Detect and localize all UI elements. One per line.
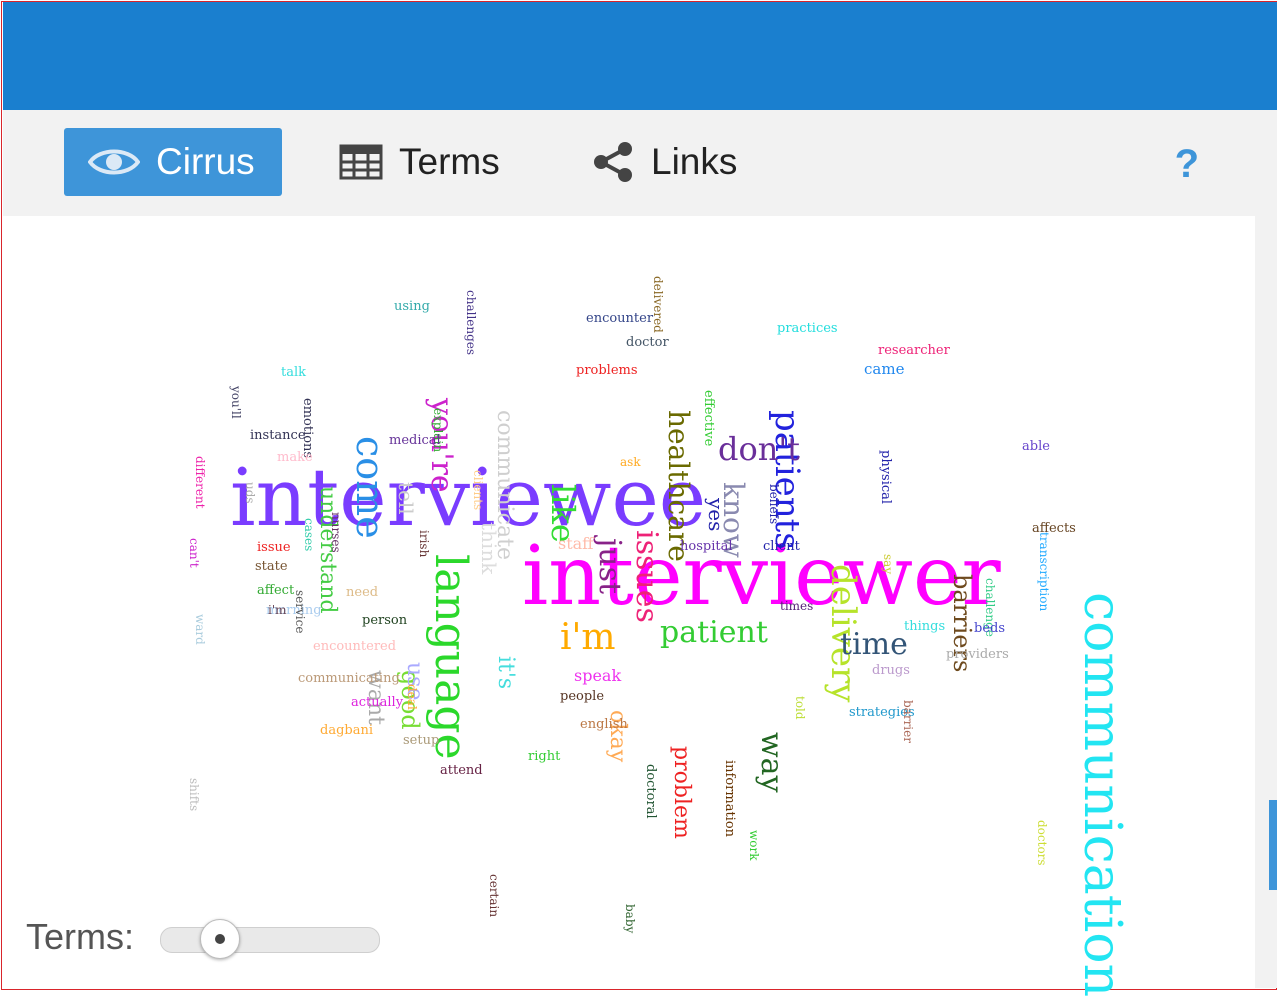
cloud-term[interactable]: information — [722, 760, 737, 837]
cloud-term[interactable]: hospital — [680, 540, 732, 553]
tab-strip: Cirrus Terms Links ? — [3, 110, 1277, 216]
cloud-term[interactable]: different — [193, 456, 207, 509]
terms-slider-track[interactable] — [160, 927, 380, 953]
cloud-term[interactable]: came — [864, 362, 904, 377]
cloud-term[interactable]: come — [348, 436, 392, 539]
cloud-term[interactable]: don't — [718, 433, 800, 465]
cloud-term[interactable]: able — [1022, 440, 1050, 453]
cloud-term[interactable]: state — [255, 560, 288, 573]
word-cloud: interviewee interviewer communication langu… — [187, 220, 1160, 997]
cloud-term[interactable]: affects — [1032, 522, 1076, 535]
cloud-term[interactable]: tell — [394, 482, 418, 515]
cloud-term[interactable]: ward — [193, 614, 207, 645]
cloud-term[interactable]: times — [780, 600, 813, 612]
tab-terms-label: Terms — [399, 141, 500, 182]
cloud-term[interactable]: baby — [623, 904, 637, 933]
cloud-term[interactable]: time — [840, 630, 908, 660]
cloud-term[interactable]: told — [793, 696, 807, 720]
cloud-term[interactable]: it's — [493, 656, 518, 689]
tab-cirrus[interactable]: Cirrus — [64, 128, 282, 196]
cloud-term[interactable]: communicating — [298, 672, 400, 685]
cloud-term[interactable]: using — [394, 300, 430, 313]
cloud-term[interactable]: effective — [701, 390, 716, 446]
cloud-term[interactable]: people — [560, 690, 604, 703]
cloud-term[interactable]: certain — [487, 874, 501, 917]
cloud-term[interactable]: issues — [629, 530, 664, 623]
cloud-term[interactable]: things — [904, 620, 945, 633]
tab-links[interactable]: Links — [591, 128, 737, 196]
cloud-term[interactable]: communication — [1072, 592, 1132, 997]
cloud-term[interactable]: physical — [878, 450, 893, 504]
cloud-term[interactable]: delivered — [651, 276, 665, 333]
cloud-term[interactable]: talk — [281, 366, 306, 379]
cloud-term[interactable]: actually — [351, 696, 403, 709]
cloud-term[interactable]: doctors — [1035, 820, 1049, 866]
cloud-term[interactable]: nurses — [329, 512, 343, 553]
cloud-term[interactable]: doctoral — [643, 764, 658, 819]
cloud-term[interactable]: way — [754, 732, 789, 793]
cloud-term[interactable]: affect — [257, 584, 294, 597]
eye-icon — [88, 145, 140, 179]
cloud-term[interactable]: barrier — [901, 700, 915, 743]
cloud-term[interactable]: researcher — [878, 344, 950, 357]
cloud-term[interactable]: i'm — [268, 604, 287, 616]
cloud-term[interactable]: dagbani — [320, 724, 373, 737]
cloud-term[interactable]: beliefs — [767, 484, 781, 524]
cloud-term[interactable]: make — [277, 451, 313, 464]
help-button[interactable]: ? — [1175, 142, 1199, 187]
cloud-term[interactable]: just — [592, 538, 627, 594]
cloud-term[interactable]: client — [763, 540, 800, 553]
cloud-term[interactable]: yes — [704, 498, 728, 531]
cloud-term[interactable]: english — [580, 718, 628, 731]
cloud-term[interactable]: drugs — [872, 664, 910, 677]
cloud-term[interactable]: deal — [405, 684, 419, 710]
cloud-term[interactable]: you'll — [229, 386, 243, 419]
cloud-term[interactable]: encountered — [313, 640, 396, 653]
tab-terms[interactable]: Terms — [339, 128, 500, 196]
cloud-term[interactable]: i'm — [560, 620, 616, 656]
tab-cirrus-label: Cirrus — [156, 141, 255, 182]
cloud-term[interactable]: encounter — [586, 312, 653, 325]
cloud-term[interactable]: providers — [946, 648, 1009, 661]
cloud-term[interactable]: shifts — [187, 778, 201, 811]
cloud-term[interactable]: practices — [777, 322, 838, 335]
cloud-term[interactable]: doctor — [626, 336, 669, 349]
cloud-term[interactable]: irish — [417, 530, 431, 557]
top-bar — [3, 2, 1277, 110]
cloud-term[interactable]: think — [477, 522, 501, 574]
cloud-term[interactable]: work — [747, 830, 761, 861]
cloud-term[interactable]: instance — [250, 429, 306, 442]
cloud-term[interactable]: service — [293, 590, 307, 633]
terms-slider-label: Terms: — [26, 916, 134, 957]
cloud-term[interactable]: attend — [440, 764, 483, 777]
cloud-term[interactable]: language — [425, 554, 476, 760]
cloud-term[interactable]: patient — [660, 618, 768, 648]
scrollbar-thumb[interactable] — [1269, 800, 1277, 890]
cloud-term[interactable]: speak — [574, 668, 621, 684]
cloud-term[interactable]: cases — [302, 518, 316, 551]
cloud-term[interactable]: right — [528, 750, 560, 763]
share-nodes-icon — [591, 141, 635, 183]
cloud-term[interactable]: clients — [471, 470, 485, 510]
terms-slider-handle[interactable] — [199, 919, 240, 959]
cloud-term[interactable]: can't — [187, 538, 201, 568]
cloud-term[interactable]: person — [362, 614, 407, 627]
cloud-term[interactable]: ask — [620, 456, 641, 468]
table-grid-icon — [339, 144, 383, 180]
cloud-term[interactable]: setup — [403, 734, 439, 747]
cloud-term[interactable]: problem — [669, 746, 694, 839]
cloud-term[interactable]: staff — [558, 536, 594, 552]
cloud-term[interactable]: challenges — [464, 290, 478, 355]
cloud-term[interactable]: problems — [576, 364, 638, 377]
cloud-term[interactable]: beds — [974, 622, 1005, 635]
cloud-term[interactable]: uds — [243, 482, 257, 504]
cloud-term[interactable]: say — [881, 554, 895, 574]
cloud-term[interactable]: issue — [257, 541, 291, 554]
cloud-term[interactable]: transcription — [1037, 532, 1051, 611]
tab-links-label: Links — [651, 141, 738, 182]
cloud-term[interactable]: need — [346, 586, 378, 599]
cloud-term[interactable]: medical — [389, 434, 441, 447]
